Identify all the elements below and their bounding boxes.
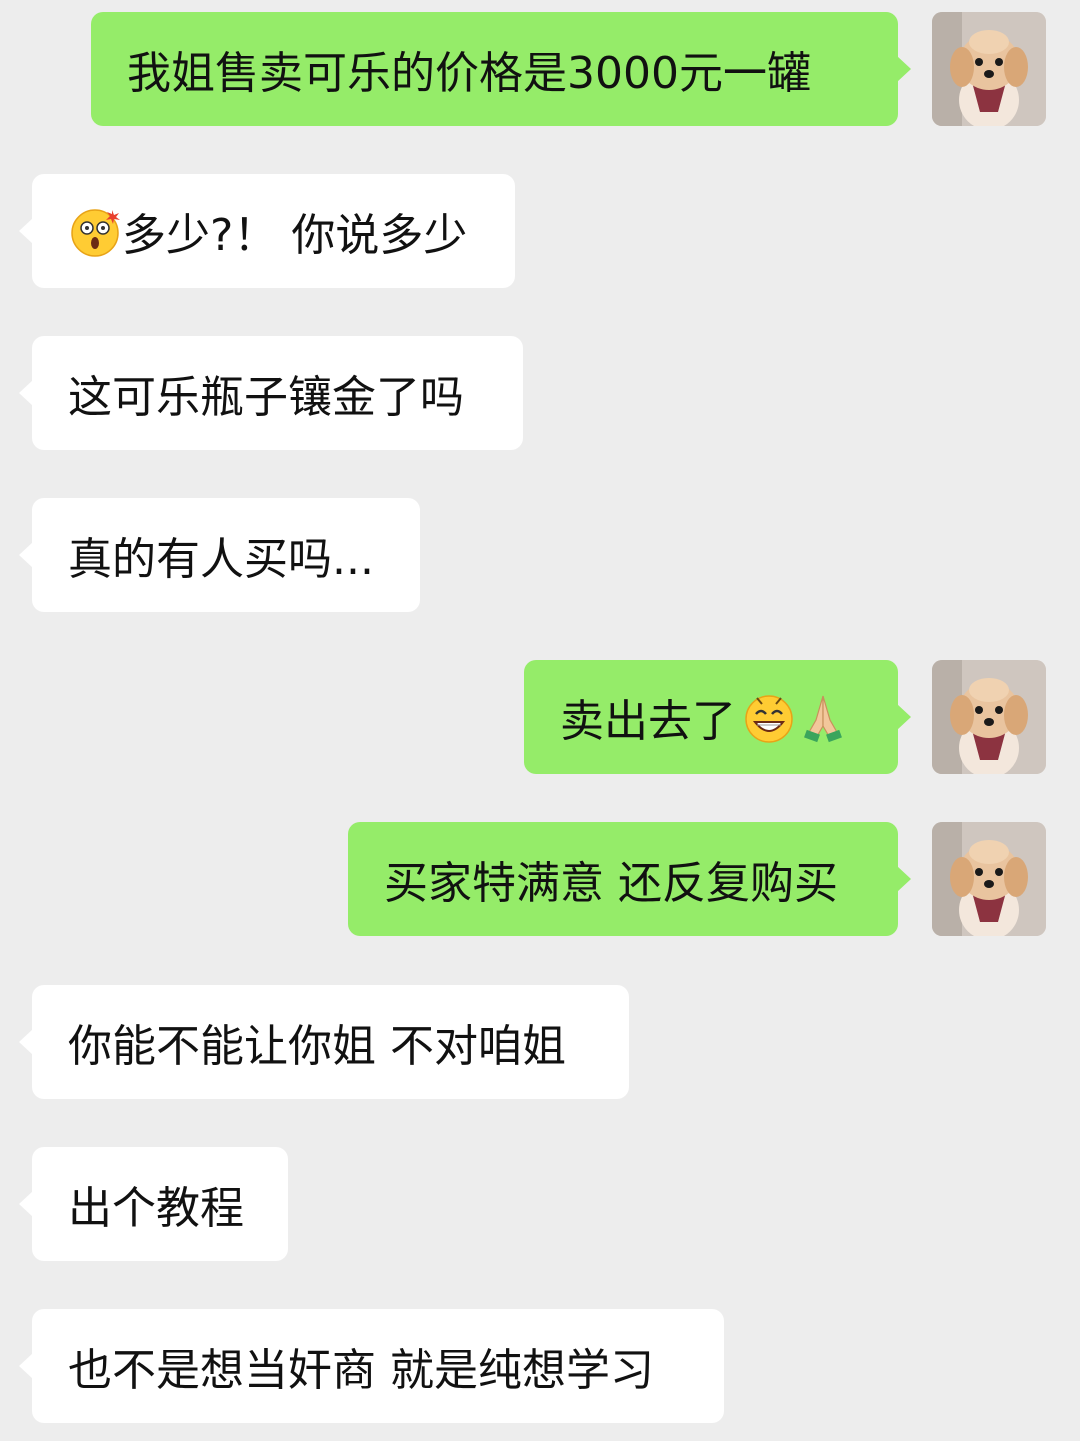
chat-window: 我姐售卖可乐的价格是3000元一罐 多少?！ 你说多少 这可乐瓶子镶金了吗 真的…	[0, 0, 1080, 1441]
message-bubble-outgoing[interactable]: 我姐售卖可乐的价格是3000元一罐	[91, 12, 911, 126]
puppy-avatar-icon	[932, 822, 1046, 936]
message-bubble-incoming[interactable]: 你能不能让你姐 不对咱姐	[19, 985, 629, 1099]
sender-avatar[interactable]	[932, 822, 1046, 936]
message-bubble-incoming[interactable]: 这可乐瓶子镶金了吗	[19, 336, 523, 450]
message-text: 也不是想当奸商 就是纯想学习	[68, 1345, 654, 1396]
message-bubble-incoming[interactable]: 多少?！ 你说多少	[19, 174, 515, 288]
message-bubble-outgoing[interactable]: 买家特满意 还反复购买	[348, 822, 911, 936]
message-text: 买家特满意 还反复购买	[384, 858, 838, 909]
message-bubble-incoming[interactable]: 也不是想当奸商 就是纯想学习	[19, 1309, 724, 1423]
message-row-incoming: 这可乐瓶子镶金了吗	[0, 336, 1080, 450]
message-text: 卖出去了	[560, 696, 736, 747]
message-row-outgoing: 我姐售卖可乐的价格是3000元一罐	[0, 12, 1080, 126]
message-row-incoming: 多少?！ 你说多少	[0, 174, 1080, 288]
praying-hands-icon	[796, 690, 850, 744]
puppy-avatar-icon	[932, 660, 1046, 774]
message-bubble-outgoing[interactable]: 卖出去了	[524, 660, 911, 774]
message-text: 你能不能让你姐 不对咱姐	[68, 1021, 566, 1072]
grinning-face-icon	[742, 690, 796, 744]
message-text: 多少?！ 你说多少	[122, 210, 468, 261]
message-bubble-incoming[interactable]: 出个教程	[19, 1147, 288, 1261]
message-text: 出个教程	[68, 1183, 244, 1234]
sender-avatar[interactable]	[932, 12, 1046, 126]
message-row-incoming: 出个教程	[0, 1147, 1080, 1261]
message-text: 真的有人买吗...	[68, 534, 374, 585]
message-row-incoming: 也不是想当奸商 就是纯想学习	[0, 1309, 1080, 1423]
message-row-incoming: 真的有人买吗...	[0, 498, 1080, 612]
message-row-outgoing: 买家特满意 还反复购买	[0, 822, 1080, 936]
message-row-incoming: 你能不能让你姐 不对咱姐	[0, 985, 1080, 1099]
astonished-face-icon	[68, 204, 122, 258]
message-row-outgoing: 卖出去了	[0, 660, 1080, 774]
puppy-avatar-icon	[932, 12, 1046, 126]
sender-avatar[interactable]	[932, 660, 1046, 774]
message-bubble-incoming[interactable]: 真的有人买吗...	[19, 498, 420, 612]
message-text: 这可乐瓶子镶金了吗	[68, 372, 464, 423]
message-text: 我姐售卖可乐的价格是3000元一罐	[127, 48, 811, 99]
